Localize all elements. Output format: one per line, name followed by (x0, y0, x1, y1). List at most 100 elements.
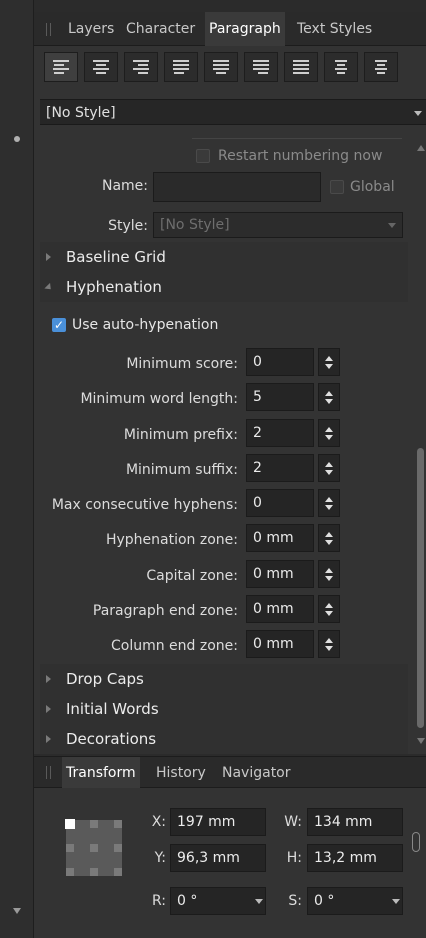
justify-center-icon[interactable] (204, 52, 238, 82)
w-label: W: (284, 814, 302, 830)
auto-hyphenation-label: Use auto-hypenation (72, 317, 219, 333)
anchor-bottom-right[interactable] (114, 868, 122, 876)
section-baseline-grid[interactable]: Baseline Grid (40, 242, 408, 272)
tab-layers[interactable]: Layers (64, 12, 118, 46)
expand-arrow-icon (46, 735, 51, 743)
tab-text-styles[interactable]: Text Styles (293, 12, 376, 46)
style-select[interactable]: [No Style] (153, 212, 403, 238)
anchor-point-selector[interactable] (65, 819, 122, 876)
minimum-prefix-input[interactable]: 2 (246, 419, 314, 447)
restart-numbering-checkbox[interactable] (196, 149, 210, 163)
tab-transform[interactable]: Transform (62, 757, 140, 789)
column-end-zone-input[interactable]: 0 mm (246, 630, 314, 658)
x-label: X: (151, 814, 166, 830)
align-center-icon[interactable] (84, 52, 118, 82)
justify-left-icon[interactable] (164, 52, 198, 82)
tab-history[interactable]: History (152, 757, 210, 789)
anchor-bottom-left[interactable] (66, 868, 74, 876)
align-away-spine-icon[interactable] (364, 52, 398, 82)
scroll-up-icon[interactable] (417, 145, 425, 151)
panel-grip-icon[interactable] (46, 23, 51, 36)
justify-right-icon[interactable] (244, 52, 278, 82)
w-input[interactable]: 134 mm (307, 808, 403, 836)
tab-navigator[interactable]: Navigator (218, 757, 295, 789)
max-consecutive-hyphens-input[interactable]: 0 (246, 489, 314, 517)
field-label: Hyphenation zone: (105, 532, 238, 548)
stepper-icon[interactable] (318, 524, 340, 552)
auto-hyphenation-checkbox[interactable] (52, 318, 66, 332)
section-title: Drop Caps (66, 670, 144, 688)
stepper-icon[interactable] (318, 383, 340, 411)
anchor-top-left[interactable] (65, 819, 75, 829)
anchor-bottom-center[interactable] (90, 868, 98, 876)
link-proportions-icon[interactable] (412, 832, 420, 852)
anchor-top-center[interactable] (90, 820, 98, 828)
y-input[interactable]: 96,3 mm (170, 844, 266, 872)
bottom-tab-bar: Transform History Navigator (34, 756, 426, 789)
anchor-middle-right[interactable] (114, 844, 122, 852)
capital-zone-input[interactable]: 0 mm (246, 560, 314, 588)
panel-grip-icon[interactable] (46, 766, 51, 779)
chevron-down-icon (255, 899, 263, 904)
anchor-center[interactable] (90, 844, 98, 852)
global-label: Global (350, 179, 395, 195)
justify-all-icon[interactable] (284, 52, 318, 82)
section-initial-words[interactable]: Initial Words (40, 694, 408, 724)
field-label: Minimum word length: (80, 391, 238, 407)
field-label: Minimum prefix: (123, 427, 238, 443)
x-input[interactable]: 197 mm (170, 808, 266, 836)
expand-arrow-icon (46, 253, 51, 261)
field-label: Capital zone: (146, 568, 238, 584)
anchor-middle-left[interactable] (66, 844, 74, 852)
section-title: Hyphenation (66, 278, 162, 296)
section-decorations[interactable]: Decorations (40, 724, 408, 754)
expand-arrow-icon (46, 675, 51, 683)
stepper-icon[interactable] (318, 595, 340, 623)
paragraph-style-select[interactable]: [No Style] (40, 99, 426, 125)
section-hyphenation[interactable]: Hyphenation (40, 272, 408, 302)
name-field[interactable] (153, 172, 321, 202)
stepper-icon[interactable] (318, 454, 340, 482)
shear-select[interactable]: 0 ° (307, 887, 403, 915)
minimum-suffix-input[interactable]: 2 (246, 454, 314, 482)
tab-paragraph[interactable]: Paragraph (205, 12, 285, 46)
stepper-icon[interactable] (318, 419, 340, 447)
minimum-score-input[interactable]: 0 (246, 348, 314, 376)
minimum-word-length-input[interactable]: 5 (246, 383, 314, 411)
hyphenation-zone-input[interactable]: 0 mm (246, 524, 314, 552)
h-input[interactable]: 13,2 mm (307, 844, 403, 872)
tab-character[interactable]: Character (122, 12, 199, 46)
stepper-icon[interactable] (318, 630, 340, 658)
align-towards-spine-icon[interactable] (324, 52, 358, 82)
global-checkbox[interactable] (330, 180, 344, 194)
expand-arrow-icon (46, 705, 51, 713)
rotation-select[interactable]: 0 ° (170, 887, 266, 915)
collapse-arrow-icon[interactable] (13, 908, 21, 914)
alignment-toolbar (44, 52, 406, 84)
align-right-icon[interactable] (124, 52, 158, 82)
stepper-icon[interactable] (318, 560, 340, 588)
chevron-down-icon (388, 223, 396, 228)
shear-value: 0 ° (314, 893, 335, 909)
scroll-down-icon[interactable] (417, 738, 425, 744)
field-label: Max consecutive hyphens: (51, 497, 238, 513)
rotation-value: 0 ° (177, 893, 198, 909)
scrollbar-thumb[interactable] (417, 448, 424, 728)
section-title: Initial Words (66, 700, 159, 718)
style-label: Style: (108, 218, 148, 234)
paragraph-end-zone-input[interactable]: 0 mm (246, 595, 314, 623)
section-title: Decorations (66, 730, 157, 748)
style-value: [No Style] (160, 217, 230, 233)
paragraph-style-value: [No Style] (46, 105, 116, 121)
anchor-top-right[interactable] (114, 820, 122, 828)
divider (192, 138, 402, 139)
name-label: Name: (101, 178, 148, 194)
stepper-icon[interactable] (318, 489, 340, 517)
stepper-icon[interactable] (318, 348, 340, 376)
section-drop-caps[interactable]: Drop Caps (40, 664, 408, 694)
section-title: Baseline Grid (66, 248, 166, 266)
align-left-icon[interactable] (44, 52, 78, 82)
restart-numbering-label: Restart numbering now (218, 148, 383, 164)
field-label: Minimum suffix: (125, 462, 238, 478)
chevron-down-icon (392, 899, 400, 904)
